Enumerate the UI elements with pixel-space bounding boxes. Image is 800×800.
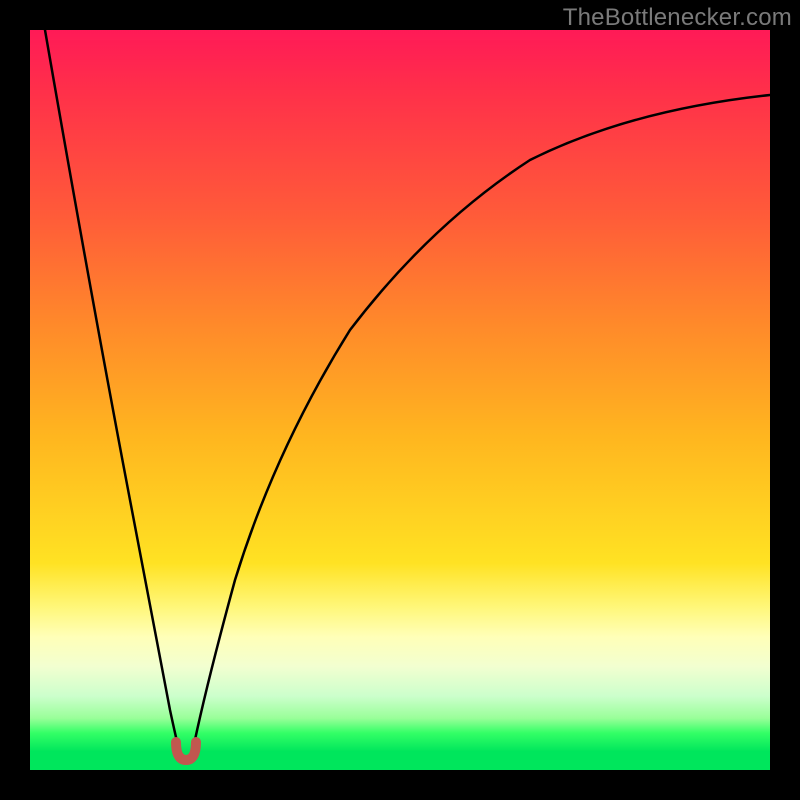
chart-frame: TheBottlenecker.com (0, 0, 800, 800)
watermark-text: TheBottlenecker.com (563, 4, 792, 32)
plot-area (30, 30, 770, 770)
right-branch-path (192, 95, 770, 754)
left-branch-path (45, 30, 180, 754)
curve-layer (30, 30, 770, 770)
optimal-marker (176, 742, 196, 760)
